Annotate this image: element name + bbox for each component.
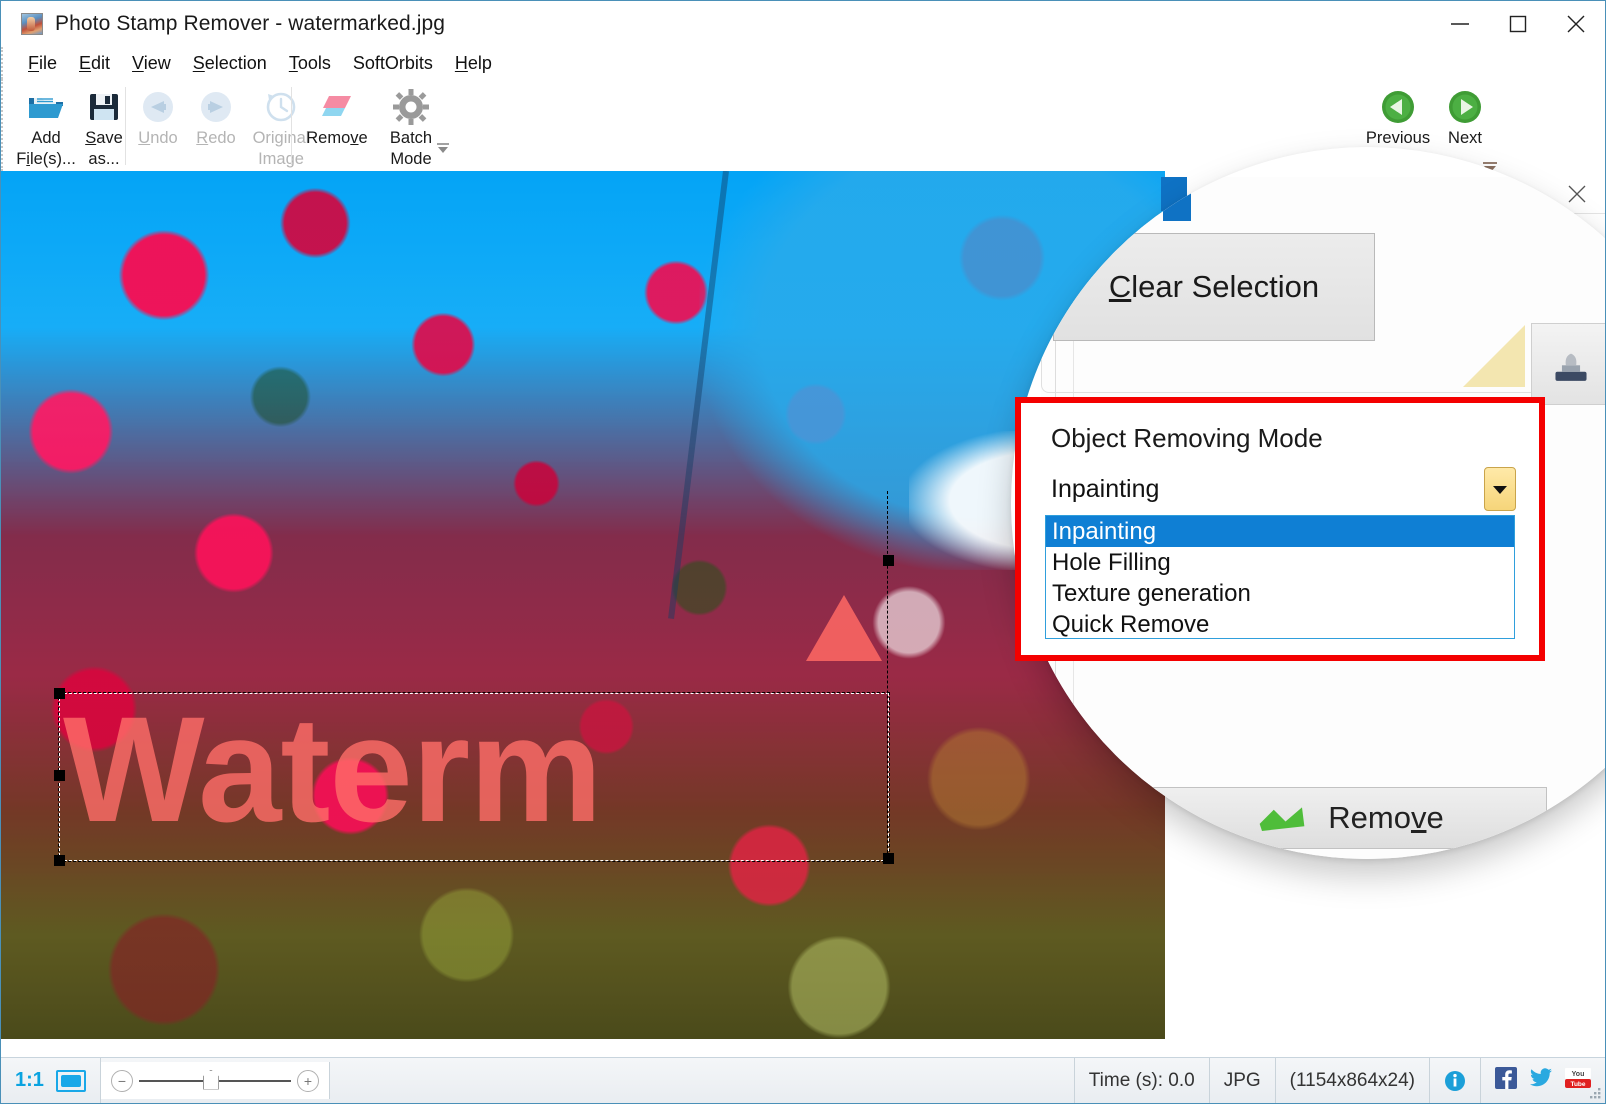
undo-arrow-icon [139, 87, 177, 127]
redo-label: Redo [196, 129, 236, 147]
menu-item-view[interactable]: View [121, 51, 182, 76]
magnified-remove-label: Remove [1328, 800, 1444, 835]
watermark-triangle [806, 595, 882, 661]
window-title: Photo Stamp Remover - watermarked.jpg [55, 12, 446, 35]
close-button[interactable] [1547, 1, 1605, 47]
menu-item-edit[interactable]: Edit [68, 51, 121, 76]
marquee-handle-nw[interactable] [54, 688, 65, 699]
marquee-handle-w[interactable] [54, 770, 65, 781]
save-as-label-2: as... [88, 150, 120, 168]
svg-text:Tube: Tube [1570, 1081, 1585, 1088]
open-folder-icon [26, 87, 66, 127]
zoom-slider-thumb[interactable] [202, 1069, 219, 1090]
previous-label: Previous [1365, 129, 1431, 147]
dropdown-option-quick-remove[interactable]: Quick Remove [1046, 609, 1514, 640]
save-as-label-1: Save [85, 129, 123, 147]
resize-grip-icon[interactable] [1588, 1086, 1602, 1100]
status-bar: 1:1 − + Time (s): 0.0 JPG (1154x864x24) [1, 1057, 1605, 1103]
zoom-out-icon[interactable]: − [110, 1069, 133, 1092]
image-canvas[interactable]: Waterm [1, 171, 1165, 1039]
batch-mode-label-1: Batch [389, 129, 433, 147]
green-left-arrow-icon [1378, 87, 1418, 127]
undo-button: Undo [129, 83, 187, 169]
marquee-handle-se[interactable] [883, 853, 894, 864]
redo-button: Redo [187, 83, 245, 169]
object-removing-mode-dropdown-list[interactable]: Inpainting Hole Filling Texture generati… [1045, 515, 1515, 639]
add-files-label-2: File(s)... [16, 150, 76, 168]
app-icon [21, 13, 43, 35]
status-time: Time (s): 0.0 [1073, 1058, 1210, 1103]
object-removing-mode-title: Object Removing Mode [1051, 423, 1323, 453]
menu-bar: FFileile Edit View Selection Tools SoftO… [1, 47, 1605, 79]
twitter-icon[interactable] [1529, 1068, 1553, 1093]
floppy-save-icon [87, 87, 121, 127]
redo-arrow-icon [197, 87, 235, 127]
object-removing-mode-combobox[interactable]: Inpainting [1051, 475, 1519, 517]
status-spacer [330, 1058, 1074, 1103]
green-remove-icon [1259, 807, 1305, 831]
add-files-button[interactable]: Add File(s)... [16, 83, 76, 169]
window-controls [1431, 1, 1605, 47]
menu-item-help[interactable]: Help [444, 51, 503, 76]
status-format: JPG [1210, 1058, 1276, 1103]
title-bar: Photo Stamp Remover - watermarked.jpg [1, 1, 1605, 47]
selection-marquee-right-edge[interactable] [883, 491, 894, 864]
menu-item-selection[interactable]: Selection [182, 51, 278, 76]
rubber-stamp-icon [1555, 353, 1587, 381]
info-icon [1445, 1070, 1465, 1091]
magnified-yellow-note-icon [1463, 325, 1525, 387]
eraser-icon [317, 87, 357, 127]
selection-marquee[interactable] [54, 688, 890, 866]
minimize-button[interactable] [1431, 1, 1489, 47]
selection-mode-icon[interactable] [55, 1069, 86, 1092]
menu-item-file[interactable]: FFileile [17, 51, 68, 76]
menu-item-softorbits[interactable]: SoftOrbits [342, 51, 444, 76]
menu-item-tools[interactable]: Tools [278, 51, 342, 76]
original-image-label-2: Image [258, 150, 304, 168]
status-zoom-ratio-cell: 1:1 [1, 1058, 101, 1103]
clock-history-icon [262, 87, 300, 127]
zoom-ratio-label: 1:1 [15, 1069, 44, 1091]
status-info-cell[interactable] [1430, 1058, 1481, 1103]
status-social-links: You Tube [1481, 1058, 1605, 1103]
green-right-arrow-icon [1445, 87, 1485, 127]
zoom-slider-track[interactable] [138, 1069, 291, 1090]
marquee-handle-e[interactable] [883, 555, 894, 566]
dropdown-option-inpainting[interactable]: Inpainting [1046, 516, 1514, 547]
combobox-dropdown-arrow[interactable] [1484, 467, 1516, 511]
magnified-remove-button[interactable]: Remove [1151, 787, 1547, 849]
svg-text:You: You [1572, 1071, 1585, 1078]
facebook-icon[interactable] [1495, 1067, 1517, 1094]
batch-mode-label-2: Mode [390, 150, 432, 168]
add-files-label-1: Add [31, 129, 61, 147]
zoom-slider[interactable]: − + [100, 1062, 330, 1099]
next-label: Next [1448, 129, 1482, 147]
clear-selection-label: Clear Selection [1108, 269, 1320, 304]
undo-label: Undo [138, 129, 178, 147]
maximize-button[interactable] [1489, 1, 1547, 47]
application-window: Photo Stamp Remover - watermarked.jpg FF… [0, 0, 1606, 1104]
marquee-handle-sw[interactable] [54, 855, 65, 866]
clear-selection-button[interactable]: Clear Selection [1053, 233, 1375, 341]
remove-label: Remove [306, 129, 368, 147]
dropdown-option-hole-filling[interactable]: Hole Filling [1046, 547, 1514, 578]
magnified-stamp-tool-button[interactable] [1531, 323, 1605, 405]
zoom-in-icon[interactable]: + [296, 1069, 319, 1092]
dropdown-option-texture-generation[interactable]: Texture generation [1046, 578, 1514, 609]
chevron-down-icon [1493, 486, 1507, 494]
status-dimensions: (1154x864x24) [1276, 1058, 1430, 1103]
remove-button[interactable]: Remove [299, 83, 375, 169]
gear-icon [393, 87, 429, 127]
